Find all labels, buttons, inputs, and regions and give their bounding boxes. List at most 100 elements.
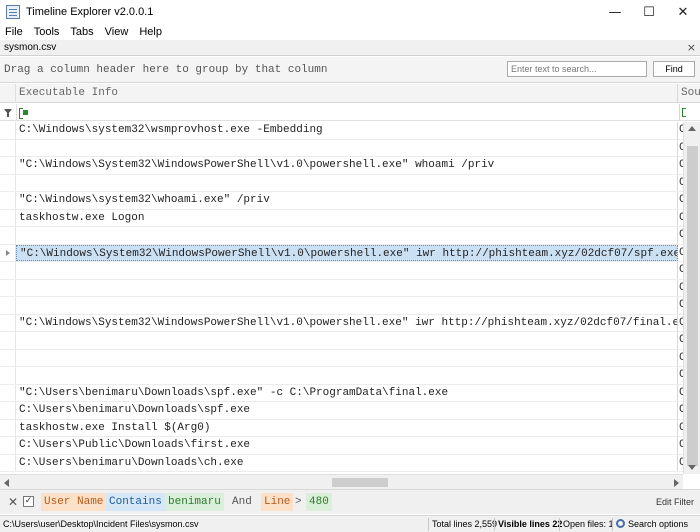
menu-view[interactable]: View xyxy=(100,26,135,38)
row-gutter[interactable] xyxy=(0,314,16,331)
table-row[interactable]: "C:\Windows\System32\WindowsPowerShell\v… xyxy=(0,244,683,262)
row-gutter[interactable] xyxy=(0,227,16,244)
cell-executable-info[interactable]: C:\Users\Public\Downloads\first.exe xyxy=(16,437,678,454)
table-row[interactable]: C:\Users\Public\Downloads\first.exe C xyxy=(0,437,683,455)
cell-executable-info[interactable] xyxy=(16,227,678,244)
filter-field-username[interactable]: User Name xyxy=(41,493,107,511)
cell-executable-info[interactable] xyxy=(16,349,678,366)
menu-tools[interactable]: Tools xyxy=(29,26,66,38)
search-input[interactable] xyxy=(507,61,647,77)
data-grid[interactable]: C:\Windows\system32\wsmprovhost.exe -Emb… xyxy=(0,122,683,474)
table-row[interactable]: taskhostw.exe Logon C xyxy=(0,209,683,227)
search-options-button[interactable]: Search options xyxy=(616,519,688,529)
column-header-source[interactable]: Sou xyxy=(679,84,700,103)
table-row[interactable]: C xyxy=(0,297,683,315)
table-row[interactable]: C:\Users\benimaru\Downloads\ch.exe C xyxy=(0,454,683,472)
maximize-button[interactable]: ☐ xyxy=(632,0,666,24)
cell-executable-info[interactable]: "C:\Windows\system32\whoami.exe" /priv xyxy=(16,192,678,209)
cell-executable-info[interactable] xyxy=(16,262,678,279)
row-gutter[interactable] xyxy=(0,174,16,191)
cell-executable-info[interactable]: C:\Users\benimaru\Downloads\ch.exe xyxy=(16,454,678,471)
row-gutter[interactable] xyxy=(0,367,16,384)
table-row[interactable]: "C:\Windows\System32\WindowsPowerShell\v… xyxy=(0,157,683,175)
menu-file[interactable]: File xyxy=(0,26,29,38)
row-gutter[interactable] xyxy=(0,209,16,226)
table-row[interactable]: "C:\Users\benimaru\Downloads\spf.exe" -c… xyxy=(0,384,683,402)
menu-help[interactable]: Help xyxy=(134,26,168,38)
cell-executable-info[interactable] xyxy=(16,174,678,191)
find-button[interactable]: Find xyxy=(653,61,695,77)
row-gutter[interactable] xyxy=(0,122,16,139)
table-row[interactable]: "C:\Windows\System32\WindowsPowerShell\v… xyxy=(0,314,683,332)
table-row[interactable]: C xyxy=(0,279,683,297)
filter-enabled-checkbox[interactable]: ✓ xyxy=(23,496,34,507)
cell-executable-info[interactable] xyxy=(16,332,678,349)
filter-operator-icon[interactable] xyxy=(19,108,31,119)
table-row[interactable]: "C:\Windows\system32\whoami.exe" /priv C xyxy=(0,192,683,210)
scroll-right-icon[interactable] xyxy=(674,479,679,487)
table-row[interactable]: C xyxy=(0,367,683,385)
filter-operator-greater[interactable]: > xyxy=(292,493,305,511)
cell-executable-info[interactable] xyxy=(16,279,678,296)
horizontal-scrollbar[interactable] xyxy=(0,474,683,489)
cell-executable-info[interactable]: "C:\Users\benimaru\Downloads\spf.exe" -c… xyxy=(16,384,678,401)
cell-executable-info[interactable] xyxy=(16,367,678,384)
row-gutter[interactable] xyxy=(0,244,16,261)
file-tab[interactable]: sysmon.csv × xyxy=(0,40,700,56)
cell-executable-info[interactable]: C:\Windows\system32\wsmprovhost.exe -Emb… xyxy=(16,122,678,139)
table-row[interactable]: C xyxy=(0,174,683,192)
row-gutter[interactable] xyxy=(0,297,16,314)
table-row[interactable]: taskhostw.exe Install $(Arg0) C xyxy=(0,419,683,437)
row-gutter[interactable] xyxy=(0,419,16,436)
vertical-scroll-thumb[interactable] xyxy=(687,146,698,466)
scroll-up-icon[interactable] xyxy=(688,126,696,131)
scroll-left-icon[interactable] xyxy=(4,479,9,487)
close-button[interactable]: ✕ xyxy=(666,0,700,24)
column-header-executable-info[interactable]: Executable Info xyxy=(16,84,678,103)
cell-executable-info[interactable]: taskhostw.exe Logon xyxy=(16,209,678,226)
menu-tabs[interactable]: Tabs xyxy=(65,26,99,38)
table-row[interactable]: C xyxy=(0,139,683,157)
cell-executable-info[interactable]: "C:\Windows\System32\WindowsPowerShell\v… xyxy=(16,244,678,261)
file-tab-name[interactable]: sysmon.csv xyxy=(0,42,56,53)
table-row[interactable]: C xyxy=(0,227,683,245)
filter-operator-contains[interactable]: Contains xyxy=(106,493,165,511)
filter-field-line[interactable]: Line xyxy=(261,493,294,511)
row-gutter[interactable] xyxy=(0,192,16,209)
table-row[interactable]: C:\Users\benimaru\Downloads\spf.exe C xyxy=(0,402,683,420)
row-gutter[interactable] xyxy=(0,384,16,401)
row-gutter[interactable] xyxy=(0,279,16,296)
row-gutter[interactable] xyxy=(0,349,16,366)
auto-filter-row[interactable] xyxy=(0,104,700,121)
cell-executable-info[interactable]: "C:\Windows\System32\WindowsPowerShell\v… xyxy=(16,314,678,331)
row-gutter[interactable] xyxy=(0,454,16,471)
scroll-down-icon[interactable] xyxy=(688,465,696,470)
group-panel[interactable]: Drag a column header here to group by th… xyxy=(0,57,700,83)
table-row[interactable]: C xyxy=(0,349,683,367)
cell-executable-info[interactable]: "C:\Windows\System32\WindowsPowerShell\v… xyxy=(16,157,678,174)
filter-value-480[interactable]: 480 xyxy=(306,493,332,511)
horizontal-scroll-thumb[interactable] xyxy=(332,478,388,487)
filter-joiner-and[interactable]: And xyxy=(229,493,255,511)
cell-executable-info[interactable] xyxy=(16,297,678,314)
table-row[interactable]: C xyxy=(0,332,683,350)
cell-executable-info[interactable]: C:\Users\benimaru\Downloads\spf.exe xyxy=(16,402,678,419)
cell-executable-info[interactable]: taskhostw.exe Install $(Arg0) xyxy=(16,419,678,436)
row-gutter[interactable] xyxy=(0,332,16,349)
row-gutter[interactable] xyxy=(0,157,16,174)
table-row[interactable]: C:\Windows\system32\wsmprovhost.exe -Emb… xyxy=(0,122,683,140)
file-tab-close-icon[interactable]: × xyxy=(687,41,696,54)
filter-value-benimaru[interactable]: benimaru xyxy=(165,493,224,511)
vertical-scrollbar[interactable] xyxy=(683,122,700,474)
filter-operator-source-icon[interactable] xyxy=(682,108,686,117)
minimize-button[interactable]: — xyxy=(598,0,632,24)
edit-filter-link[interactable]: Edit Filter xyxy=(656,497,694,507)
row-gutter[interactable] xyxy=(0,139,16,156)
cell-executable-info[interactable] xyxy=(16,139,678,156)
row-gutter[interactable] xyxy=(0,402,16,419)
row-gutter[interactable] xyxy=(0,262,16,279)
clear-filter-icon[interactable]: ✕ xyxy=(8,495,18,509)
row-gutter[interactable] xyxy=(0,437,16,454)
table-row[interactable]: C xyxy=(0,262,683,280)
status-divider xyxy=(494,518,495,531)
